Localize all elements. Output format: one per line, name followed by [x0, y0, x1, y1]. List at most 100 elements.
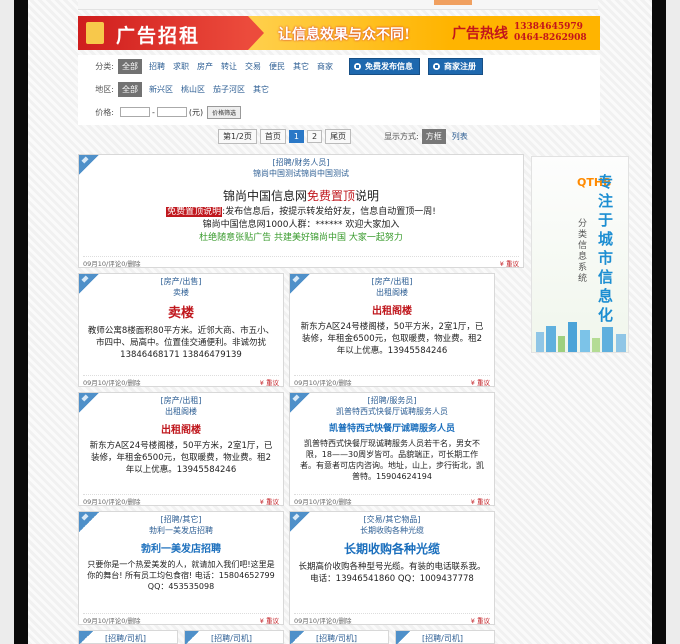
- featured-line-1-text: :发布信息后，按提示转发给好友，信息自动置顶一周!: [222, 207, 436, 217]
- mode-list-button[interactable]: 列表: [452, 131, 468, 142]
- category-house[interactable]: 房产: [197, 61, 213, 72]
- card-subtitle[interactable]: 凯普特西式快餐厅诚聘服务人员: [290, 406, 494, 417]
- card-corner-icon: [290, 512, 310, 532]
- card-corner-icon: [79, 393, 99, 413]
- category-service[interactable]: 便民: [269, 61, 285, 72]
- page-info: 第1/2页: [218, 128, 257, 144]
- card-meta[interactable]: 09月10/评论0/删除: [294, 496, 352, 506]
- display-mode-label: 显示方式:: [384, 131, 419, 141]
- card-meta[interactable]: 09月10/评论0/删除: [83, 377, 141, 387]
- listing-card-partial[interactable]: [招聘/司机]: [395, 630, 495, 644]
- card-report[interactable]: ¥ 重议: [471, 377, 490, 387]
- card-corner-icon: [79, 512, 99, 532]
- area-xinxing[interactable]: 新兴区: [149, 84, 173, 95]
- card-headline: 卖楼: [167, 306, 194, 321]
- listing-card[interactable]: [交易/其它物品] 长期收购各种光缆 长期收购各种光缆 长期高价收购各种型号光缆…: [289, 511, 495, 625]
- top-nav-highlight[interactable]: [434, 0, 472, 5]
- listing-card[interactable]: [招聘/其它] 勃利一美发店招聘 勃利一美发店招聘 只要你是一个热爱美发的人，就…: [78, 511, 284, 625]
- card-headline: 出租阁楼: [161, 425, 201, 436]
- listing-card-partial[interactable]: [招聘/司机]: [184, 630, 284, 644]
- price-max-input[interactable]: [156, 107, 187, 117]
- category-trade[interactable]: 交易: [245, 61, 261, 72]
- card-corner-icon: [79, 155, 99, 175]
- card-footer: 09月10/评论0/删除 ¥ 重议: [83, 494, 279, 506]
- price-dash: -: [152, 107, 155, 117]
- price-min-input[interactable]: [120, 107, 150, 117]
- card-meta[interactable]: 09月10/评论0/删除: [294, 615, 352, 625]
- category-other[interactable]: 其它: [293, 61, 309, 72]
- card-body: 教师公寓8楼面积80平方米。近邻大商、市五小、市四中、局高中。位置佳交通便利。非…: [87, 326, 275, 360]
- publish-button-label: 免费发布信息: [365, 61, 413, 71]
- card-category[interactable]: [房产/出租]: [79, 395, 283, 406]
- listing-card-partial[interactable]: [招聘/司机]: [78, 630, 178, 644]
- card-corner-icon: [290, 274, 310, 294]
- card-report[interactable]: ¥ 重议: [471, 496, 490, 506]
- featured-body: 免费置顶说明:发布信息后，按提示转发给好友，信息自动置顶一周! 锦尚中国信息网1…: [79, 204, 523, 245]
- merchant-register-button[interactable]: 商家注册: [428, 57, 483, 75]
- card-subtitle[interactable]: 锦尚中国测试锦尚中国测试: [79, 168, 523, 179]
- card-category[interactable]: [交易/其它物品]: [290, 514, 494, 525]
- card-footer: 09月10/评论0/删除 ¥ 重议: [83, 256, 519, 268]
- area-qiezihe[interactable]: 茄子河区: [213, 84, 245, 95]
- page-2-button[interactable]: 2: [306, 129, 323, 143]
- card-subtitle[interactable]: 长期收购各种光缆: [290, 525, 494, 536]
- card-category[interactable]: [招聘/司机]: [105, 633, 146, 644]
- card-meta[interactable]: 09月10/评论0/删除: [294, 377, 352, 387]
- listing-card[interactable]: [房产/出租] 出租阁楼 出租阁楼 新东方A区24号楼阁楼，50平方米，2室1厅…: [289, 273, 495, 387]
- card-category[interactable]: [招聘/司机]: [422, 633, 463, 644]
- category-recruit[interactable]: 招聘: [149, 61, 165, 72]
- card-category[interactable]: [招聘/司机]: [211, 633, 252, 644]
- sidebar-ad-subtitle: 分类信息系统: [578, 219, 588, 284]
- merchant-button-label: 商家注册: [444, 61, 476, 71]
- price-filter-button[interactable]: 价格筛选: [207, 105, 242, 119]
- card-corner-icon: [79, 631, 93, 644]
- ad-banner[interactable]: 广告招租 让信息效果与众不同! 广告热线 13384645979 0464-82…: [78, 16, 600, 50]
- card-category[interactable]: [招聘/其它]: [79, 514, 283, 525]
- card-report[interactable]: ¥ 重议: [260, 377, 279, 387]
- category-all[interactable]: 全部: [118, 58, 142, 74]
- card-report[interactable]: ¥ 重议: [260, 496, 279, 506]
- area-all[interactable]: 全部: [118, 81, 142, 97]
- first-page-button[interactable]: 首页: [259, 128, 286, 144]
- card-subtitle[interactable]: 出租阁楼: [290, 287, 494, 298]
- card-subtitle[interactable]: 出租阁楼: [79, 406, 283, 417]
- card-headline: 出租阁楼: [372, 306, 412, 317]
- category-merchant[interactable]: 商家: [317, 61, 333, 72]
- banner-left-text: 广告招租: [116, 25, 201, 47]
- mode-grid-button[interactable]: 方框: [421, 128, 446, 144]
- card-category[interactable]: [房产/出租]: [290, 276, 494, 287]
- card-meta[interactable]: 09月10/评论0/删除: [83, 615, 141, 625]
- sidebar-ad[interactable]: QTHB 分类信息系统 专注于城市信息化: [531, 156, 629, 353]
- listing-card[interactable]: [房产/出租] 出租阁楼 出租阁楼 新东方A区24号楼阁楼，50平方米，2室1厅…: [78, 392, 284, 506]
- listing-card[interactable]: [招聘/服务员] 凯普特西式快餐厅诚聘服务人员 凯普特西式快餐厅诚聘服务人员 凯…: [289, 392, 495, 506]
- last-page-button[interactable]: 尾页: [325, 128, 352, 144]
- hotline-phones: 13384645979 0464-8262908: [508, 22, 587, 44]
- card-report[interactable]: ¥ 重议: [500, 258, 519, 268]
- card-category[interactable]: [招聘/财务人员]: [79, 157, 523, 168]
- card-headline: 长期收购各种光缆: [343, 542, 440, 556]
- featured-title-highlight: 免费置顶: [306, 189, 355, 203]
- featured-card[interactable]: [招聘/财务人员] 锦尚中国测试锦尚中国测试 锦尚中国信息网免费置顶说明 免费置…: [78, 154, 524, 268]
- card-report[interactable]: ¥ 重议: [260, 615, 279, 625]
- card-corner-icon: [290, 393, 310, 413]
- area-taoshan[interactable]: 桃山区: [181, 84, 205, 95]
- listing-card[interactable]: [房产/出售] 卖楼 卖楼 教师公寓8楼面积80平方米。近邻大商、市五小、市四中…: [78, 273, 284, 387]
- card-report[interactable]: ¥ 重议: [471, 615, 490, 625]
- category-transfer[interactable]: 转让: [221, 61, 237, 72]
- card-category[interactable]: [招聘/司机]: [316, 633, 357, 644]
- publish-button[interactable]: 免费发布信息: [349, 57, 420, 75]
- card-subtitle[interactable]: 勃利一美发店招聘: [79, 525, 283, 536]
- area-other[interactable]: 其它: [253, 84, 269, 95]
- category-jobseek[interactable]: 求职: [173, 61, 189, 72]
- listing-card-partial[interactable]: [招聘/司机]: [289, 630, 389, 644]
- card-corner-icon: [185, 631, 199, 644]
- card-category[interactable]: [招聘/服务员]: [290, 395, 494, 406]
- card-subtitle[interactable]: 卖楼: [79, 287, 283, 298]
- featured-title: 锦尚中国信息网免费置顶说明: [79, 187, 523, 204]
- area-row: 地区: 全部 新兴区 桃山区 茄子河区 其它: [78, 81, 273, 97]
- card-category[interactable]: [房产/出售]: [79, 276, 283, 287]
- card-footer: 09月10/评论0/删除 ¥ 重议: [294, 613, 490, 625]
- card-meta[interactable]: 09月10/评论0/删除: [83, 496, 141, 506]
- page-1-button[interactable]: 1: [288, 129, 304, 143]
- card-meta[interactable]: 09月10/评论0/删除: [83, 258, 141, 268]
